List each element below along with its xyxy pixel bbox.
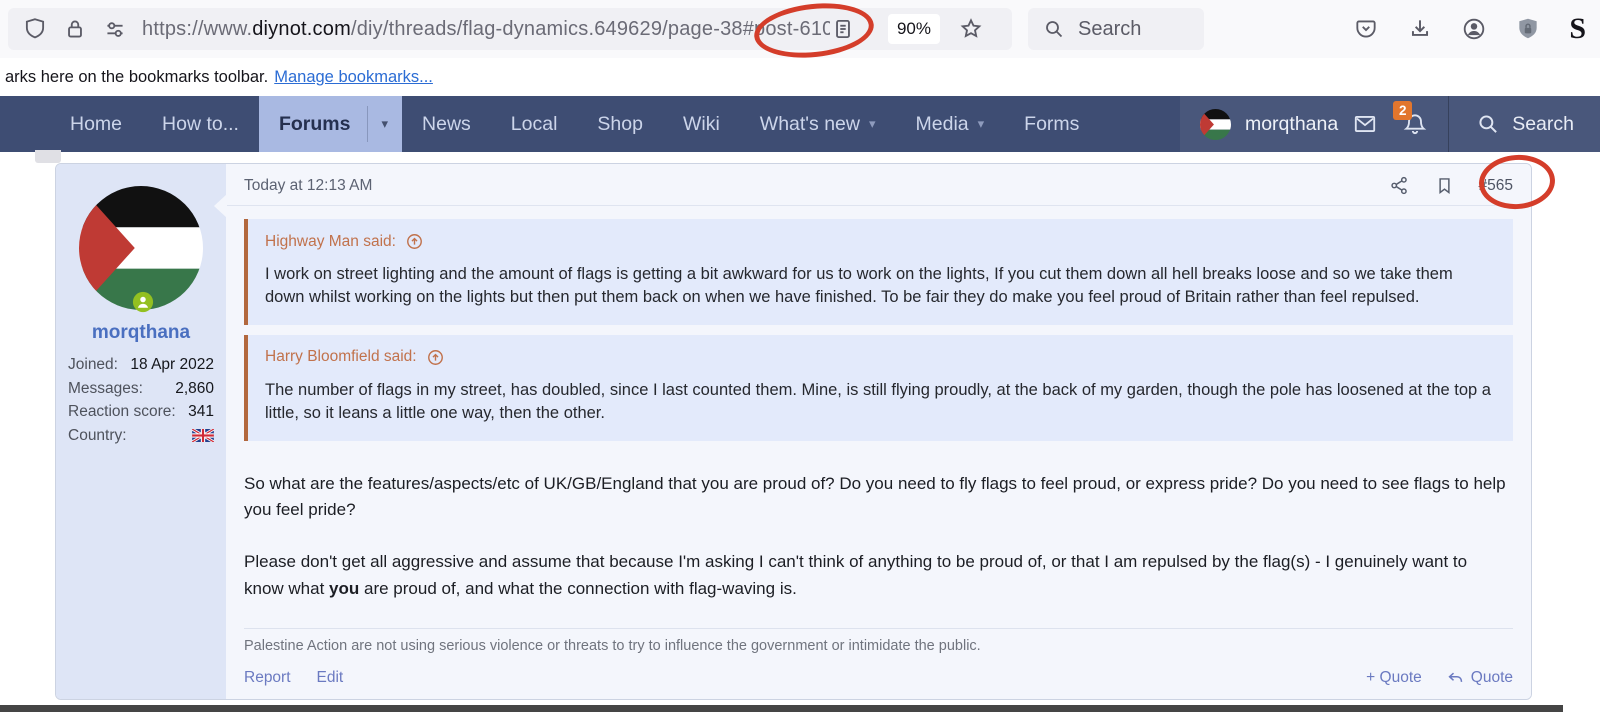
url-domain: diynot.com [252,18,351,40]
author-stats: Joined: 18 Apr 2022 Messages: 2,860 Reac… [68,356,214,445]
toolbar-extensions: S [1353,12,1586,46]
search-icon [1475,111,1501,137]
window-bottom-edge [0,705,1563,712]
nav-shop[interactable]: Shop [577,96,663,152]
bookmark-icon[interactable] [1434,175,1455,196]
url-path: /diy/threads/flag-dynamics.649629/page-3… [351,18,830,40]
avatar[interactable] [79,186,203,310]
security-extension-icon[interactable] [1515,16,1541,42]
bookmarks-hint-text: arks here on the bookmarks toolbar. [5,68,268,87]
post-timestamp[interactable]: Today at 12:13 AM [244,177,372,195]
nav-user-area: morqthana 2 Search [1180,96,1600,152]
manage-bookmarks-link[interactable]: Manage bookmarks... [274,68,433,87]
post-paragraph: Please don't get all aggressive and assu… [244,549,1513,602]
nav-wiki[interactable]: Wiki [663,96,740,152]
nav-how-to[interactable]: How to... [142,96,259,152]
previous-post-remnant [35,150,61,163]
quote-attribution-text: Harry Bloomfield said: [265,348,417,366]
post-number[interactable]: #565 [1479,177,1513,195]
url-bar[interactable]: https://www.diynot.com/diy/threads/flag-… [8,8,1012,50]
quote-block: Harry Bloomfield said: The number of fla… [244,335,1513,441]
report-link[interactable]: Report [244,669,291,687]
quote-attribution[interactable]: Highway Man said: [265,232,1496,251]
quote-button[interactable]: Quote [1446,668,1513,687]
url-prefix: https://www. [142,18,252,40]
stat-country: Country: [68,427,214,445]
quote-attribution-text: Highway Man said: [265,233,396,251]
shield-icon[interactable] [22,16,48,42]
share-icon[interactable] [1389,175,1410,196]
permissions-icon[interactable] [102,16,128,42]
nav-media-label: Media [916,113,969,136]
stat-messages: Messages: 2,860 [68,380,214,398]
paragraph-text: are proud of, and what the connection wi… [359,579,797,598]
account-icon[interactable] [1461,16,1487,42]
quote-text: I work on street lighting and the amount… [265,263,1496,310]
lock-icon[interactable] [62,16,88,42]
notification-badge[interactable]: 2 [1393,101,1412,120]
nav-whats-new-label: What's new [760,113,860,136]
multiquote-button[interactable]: + Quote [1366,669,1422,687]
post-body: Highway Man said: I work on street light… [226,206,1531,602]
browser-toolbar: https://www.diynot.com/diy/threads/flag-… [0,0,1600,58]
quote-text: The number of flags in my street, has do… [265,379,1496,426]
nav-items: Home How to... Forums ▾ News Local Shop … [0,96,1099,152]
author-card: morqthana Joined: 18 Apr 2022 Messages: … [56,164,226,699]
nav-search[interactable]: Search [1448,96,1600,152]
online-status-icon [132,291,154,313]
nav-media[interactable]: Media ▾ [896,96,1005,152]
chevron-down-icon[interactable]: ▾ [368,96,403,152]
post-content: Today at 12:13 AM #565 Highway Man said:… [226,164,1531,699]
arrow-up-circle-icon[interactable] [426,348,445,367]
nav-forums-label: Forums [259,96,367,152]
chevron-down-icon: ▾ [869,116,876,132]
quote-attribution[interactable]: Harry Bloomfield said: [265,348,1496,367]
downloads-icon[interactable] [1407,16,1433,42]
post-footer: Report Edit + Quote Quote [226,654,1531,700]
extension-s-icon[interactable]: S [1569,12,1586,46]
search-placeholder: Search [1078,18,1141,41]
edit-link[interactable]: Edit [317,669,344,687]
nav-user-avatar[interactable] [1200,109,1231,140]
uk-flag-icon [192,429,214,442]
quote-button-label: Quote [1471,669,1513,687]
bookmarks-bar: arks here on the bookmarks toolbar. Mana… [0,58,1600,96]
pocket-icon[interactable] [1353,16,1379,42]
stat-joined: Joined: 18 Apr 2022 [68,356,214,374]
arrow-up-circle-icon[interactable] [405,232,424,251]
nav-username[interactable]: morqthana [1245,113,1338,136]
nav-home[interactable]: Home [50,96,142,152]
author-username[interactable]: morqthana [68,322,214,344]
nav-local[interactable]: Local [491,96,578,152]
bold-text: you [329,579,359,598]
zoom-level[interactable]: 90% [888,14,940,44]
post-paragraph: So what are the features/aspects/etc of … [244,471,1513,524]
nav-whats-new[interactable]: What's new ▾ [740,96,896,152]
bookmark-star-icon[interactable] [958,16,984,42]
signature: Palestine Action are not using serious v… [244,628,1513,654]
alerts-bell[interactable]: 2 [1402,111,1428,137]
chevron-down-icon: ▾ [978,116,985,132]
browser-search-bar[interactable]: Search [1028,8,1204,50]
site-nav: Home How to... Forums ▾ News Local Shop … [0,96,1600,152]
inbox-envelope-icon[interactable] [1352,111,1378,137]
reader-mode-icon[interactable] [830,16,856,42]
forum-post: morqthana Joined: 18 Apr 2022 Messages: … [55,163,1532,700]
reply-icon [1446,668,1465,687]
post-header: Today at 12:13 AM #565 [226,164,1531,206]
nav-forums[interactable]: Forums ▾ [259,96,402,152]
nav-forms[interactable]: Forms [1004,96,1099,152]
nav-search-label: Search [1512,113,1574,136]
stat-reaction-score: Reaction score: 341 [68,403,214,421]
search-icon [1042,17,1066,41]
quote-block: Highway Man said: I work on street light… [244,219,1513,325]
url-text: https://www.diynot.com/diy/threads/flag-… [142,18,830,41]
nav-news[interactable]: News [402,96,491,152]
